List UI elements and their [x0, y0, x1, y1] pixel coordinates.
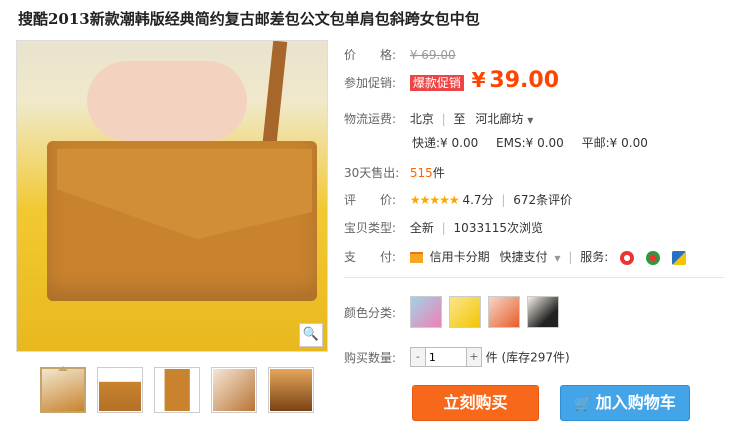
credit-installment[interactable]: 信用卡分期	[430, 250, 490, 264]
color-swatch[interactable]	[526, 296, 559, 328]
seven-day-return-icon[interactable]	[620, 250, 635, 265]
thumbnail[interactable]	[154, 367, 200, 413]
express-fee: 快递:¥ 0.00	[412, 136, 479, 150]
stock-info: 件 (库存297件)	[485, 350, 570, 365]
sales-label: 30天售出:	[344, 166, 400, 180]
ship-to-word: 至	[453, 112, 466, 126]
promo-label: 参加促销:	[344, 76, 397, 90]
post-fee: 平邮:¥ 0.00	[581, 136, 648, 150]
ems-fee: EMS:¥ 0.00	[496, 136, 564, 150]
add-to-cart-label: 加入购物车	[595, 393, 676, 412]
thumbnail[interactable]	[211, 367, 257, 413]
main-product-image[interactable]: 🔍	[16, 40, 328, 352]
color-label: 颜色分类:	[344, 305, 397, 320]
thumbnail-strip	[40, 366, 314, 413]
credit-card-icon	[409, 252, 423, 263]
cart-icon: 🛒	[574, 396, 592, 412]
rating-score: 4.7分	[462, 193, 494, 207]
color-swatch[interactable]	[448, 296, 481, 328]
promo-tag: 爆款促销	[409, 75, 464, 91]
price-label: 价 格:	[344, 48, 397, 62]
decrement-button[interactable]: -	[410, 348, 425, 366]
quantity-stepper: - +	[409, 347, 482, 367]
add-to-cart-button[interactable]: 🛒 加入购物车	[560, 385, 690, 421]
ship-from: 北京	[409, 112, 434, 126]
promo-price: 39.00	[489, 68, 560, 93]
buy-now-button[interactable]: 立刻购买	[412, 385, 539, 421]
invoice-icon[interactable]	[671, 250, 686, 265]
ship-to-select[interactable]: 河北廊坊 ▼	[475, 112, 533, 126]
view-count: 1033115次浏览	[453, 221, 543, 235]
service-label: 服务:	[580, 250, 609, 264]
original-price: ¥ 69.00	[409, 48, 456, 62]
product-title: 搜酷2013新款潮韩版经典简约复古邮差包公文包单肩包斜跨女包中包	[18, 10, 480, 28]
shipping-label: 物流运费:	[344, 112, 397, 126]
payment-label: 支 付:	[344, 250, 397, 264]
rating-stars: ★★★★★	[409, 193, 460, 207]
sales-unit: 件	[432, 166, 445, 180]
quantity-label: 购买数量:	[344, 350, 397, 365]
rating-label: 评 价:	[344, 193, 397, 207]
color-swatch[interactable]	[409, 296, 442, 328]
quick-pay[interactable]: 快捷支付	[500, 250, 548, 264]
sales-count: 515	[409, 166, 433, 180]
chevron-down-icon[interactable]: ▼	[554, 254, 560, 263]
thumbnail[interactable]	[40, 366, 86, 413]
review-count-link[interactable]: 672条评价	[513, 193, 572, 207]
thumbnail[interactable]	[268, 367, 314, 413]
color-swatches	[409, 296, 559, 328]
divider	[344, 277, 724, 278]
increment-button[interactable]: +	[466, 348, 481, 366]
currency-symbol: ¥	[471, 68, 486, 92]
ship-to: 河北廊坊	[475, 112, 524, 126]
type-label: 宝贝类型:	[344, 221, 397, 235]
color-swatch[interactable]	[487, 296, 520, 328]
magnifier-icon[interactable]: 🔍	[299, 323, 323, 347]
chevron-down-icon: ▼	[527, 116, 534, 125]
guarantee-icon[interactable]	[645, 250, 660, 265]
item-condition: 全新	[409, 221, 434, 235]
quantity-input[interactable]	[424, 348, 467, 366]
thumbnail[interactable]	[97, 367, 143, 413]
